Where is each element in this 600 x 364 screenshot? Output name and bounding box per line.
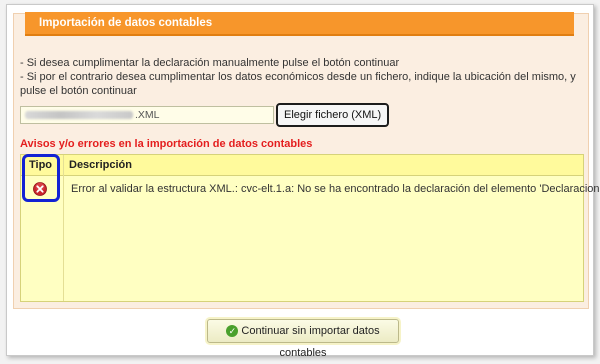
choose-file-button[interactable]: Elegir fichero (XML) bbox=[276, 103, 390, 127]
error-message: Error al validar la estructura XML.: cvc… bbox=[71, 183, 600, 195]
instruction-line-manual: - Si desea cumplimentar la declaración m… bbox=[20, 57, 400, 69]
file-extension: .XML bbox=[135, 109, 160, 121]
window-frame: Importación de datos contables - Si dese… bbox=[6, 4, 600, 359]
table-header: Tipo Descripción bbox=[21, 155, 583, 176]
instruction-line-file: - Si por el contrario desea cumplimentar… bbox=[20, 71, 576, 97]
column-header-descripcion: Descripción bbox=[69, 159, 132, 171]
instructions: - Si desea cumplimentar la declaración m… bbox=[20, 56, 580, 98]
column-divider bbox=[63, 155, 64, 301]
continue-button[interactable]: ✓ Continuar sin importar datos contables bbox=[207, 319, 399, 359]
panel-title: Importación de datos contables bbox=[25, 12, 574, 36]
import-panel: Importación de datos contables - Si dese… bbox=[13, 12, 600, 309]
error-icon bbox=[33, 182, 47, 196]
warnings-title: Avisos y/o errores en la importación de … bbox=[20, 138, 313, 150]
redacted-path bbox=[25, 111, 133, 120]
continue-button-label: Continuar sin importar datos contables bbox=[241, 325, 380, 359]
check-icon: ✓ bbox=[226, 325, 239, 338]
warnings-table: Tipo Descripción Error al validar la est… bbox=[20, 154, 600, 302]
file-path-field[interactable]: .XML bbox=[20, 106, 274, 124]
